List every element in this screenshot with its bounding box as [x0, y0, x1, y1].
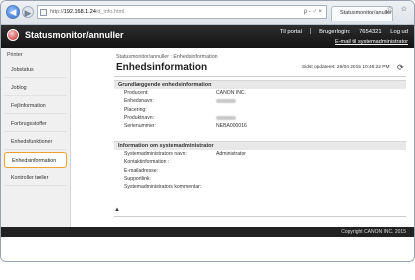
logout-link[interactable]: Log ud [390, 29, 408, 35]
row-label: E-mailadresse: [124, 167, 158, 174]
status-monitor-icon [7, 29, 19, 41]
browser-window: ◀ ▶ http://192.168.1.24/d_info.html ρ - … [0, 0, 415, 262]
redacted-value [216, 115, 236, 121]
back-button[interactable]: ◀ [6, 5, 20, 19]
page-title: Enhedsinformation [116, 62, 208, 73]
sidebar-item-device-features[interactable]: Enhedsfunktioner [4, 134, 67, 150]
url-field[interactable]: http://192.168.1.24/d_info.html ρ - ♂ × [37, 5, 327, 19]
sidebar-item-device-info[interactable]: Enhedsinformation [4, 152, 67, 168]
user-login-label: Brugerlogin: [319, 28, 351, 35]
info-row: E-mailadresse: [114, 167, 406, 175]
top-links: Til portal Brugerlogin: 7654321 Log ud [273, 28, 408, 35]
main-content: Statusmonitor/annuller : Enhedsinformati… [72, 48, 414, 236]
page-icon [40, 9, 47, 16]
last-updated: Sidst opdateret: 26/04 2015 10:46:22 PM [302, 65, 390, 70]
row-label: Producent: [124, 90, 149, 96]
breadcrumb: Statusmonitor/annuller : Enhedsinformati… [116, 54, 218, 60]
info-row: Producent: CANON INC. [114, 89, 406, 97]
row-label: Kontaktinformation : [124, 159, 170, 166]
row-label: Systemadministrators navn: [124, 151, 187, 157]
row-label: Supportlink: [124, 175, 151, 182]
address-bar: ◀ ▶ http://192.168.1.24/d_info.html ρ - … [1, 1, 414, 25]
divider [309, 28, 311, 34]
app-title: Statusmonitor/annuller [25, 30, 124, 40]
row-value: CANON INC. [216, 90, 246, 96]
row-value: Administrator [216, 151, 247, 157]
url-host: 192.168.1.24 [63, 9, 96, 15]
browser-tab[interactable]: Statusmonitor/anuller × [331, 6, 393, 21]
forward-button[interactable]: ▶ [22, 6, 34, 18]
divider [114, 76, 406, 77]
sidebar-item-joblog[interactable]: Joblog [4, 80, 67, 96]
tab-title: Statusmonitor/anuller [340, 10, 392, 16]
divider [114, 216, 406, 217]
row-value: NEBA000016 [216, 123, 247, 130]
url-prefix: http:// [50, 9, 64, 15]
section-heading: Grundlæggende enhedsinformation [114, 80, 406, 89]
redacted-value [216, 98, 236, 104]
app-header: Statusmonitor/annuller Til portal Bruger… [1, 25, 414, 48]
sidebar-item-consumables[interactable]: Forbrugsstoffer [4, 116, 67, 132]
section-heading: Information om systemadministrator [114, 141, 406, 150]
row-label: Serienummer: [124, 123, 156, 130]
basic-device-info-section: Grundlæggende enhedsinformation Producen… [114, 80, 406, 130]
user-id: 7654321 [359, 28, 382, 35]
info-row: Systemadministrators kommentar: [114, 183, 406, 191]
footer-copyright: Copyright CANON INC. 2015 [1, 227, 414, 237]
row-label: Systemadministrators kommentar: [124, 184, 202, 191]
favorites-icons[interactable]: ☆ ☆ [387, 5, 411, 13]
url-path: /d_info.html [95, 9, 125, 15]
row-label: Enhedsnavn: [124, 98, 154, 105]
info-row: Systemadministrators navn: Administrator [114, 150, 406, 158]
back-to-top-icon[interactable]: ▲ [114, 207, 120, 213]
search-refresh-icons[interactable]: ρ - ♂ × [304, 6, 322, 18]
sidebar-item-jobstatus[interactable]: Jobstatus [4, 62, 67, 78]
row-label: Produktnavn: [124, 114, 155, 121]
sidebar: Printer Jobstatus Joblog Fejlinformation… [1, 48, 71, 236]
mail-admin-link[interactable]: E-mail til systemadministrator [335, 39, 408, 45]
row-label: Placering: [124, 106, 147, 113]
info-row: Supportlink: [114, 175, 406, 183]
info-row: Placering: [114, 106, 406, 114]
sidebar-title: Printer [7, 52, 23, 58]
sidebar-item-check-counter[interactable]: Kontroller tæller [4, 170, 67, 186]
portal-link[interactable]: Til portal [280, 29, 302, 35]
empty-area [1, 237, 414, 261]
info-row: Serienummer: NEBA000016 [114, 122, 406, 130]
admin-info-section: Information om systemadministrator Syste… [114, 141, 406, 191]
info-row: Produktnavn: [114, 114, 406, 122]
info-row: Enhedsnavn: [114, 97, 406, 105]
info-row: Kontaktinformation : [114, 158, 406, 166]
refresh-icon[interactable]: ⟳ [397, 63, 404, 72]
sidebar-item-error-info[interactable]: Fejlinformation [4, 98, 67, 114]
